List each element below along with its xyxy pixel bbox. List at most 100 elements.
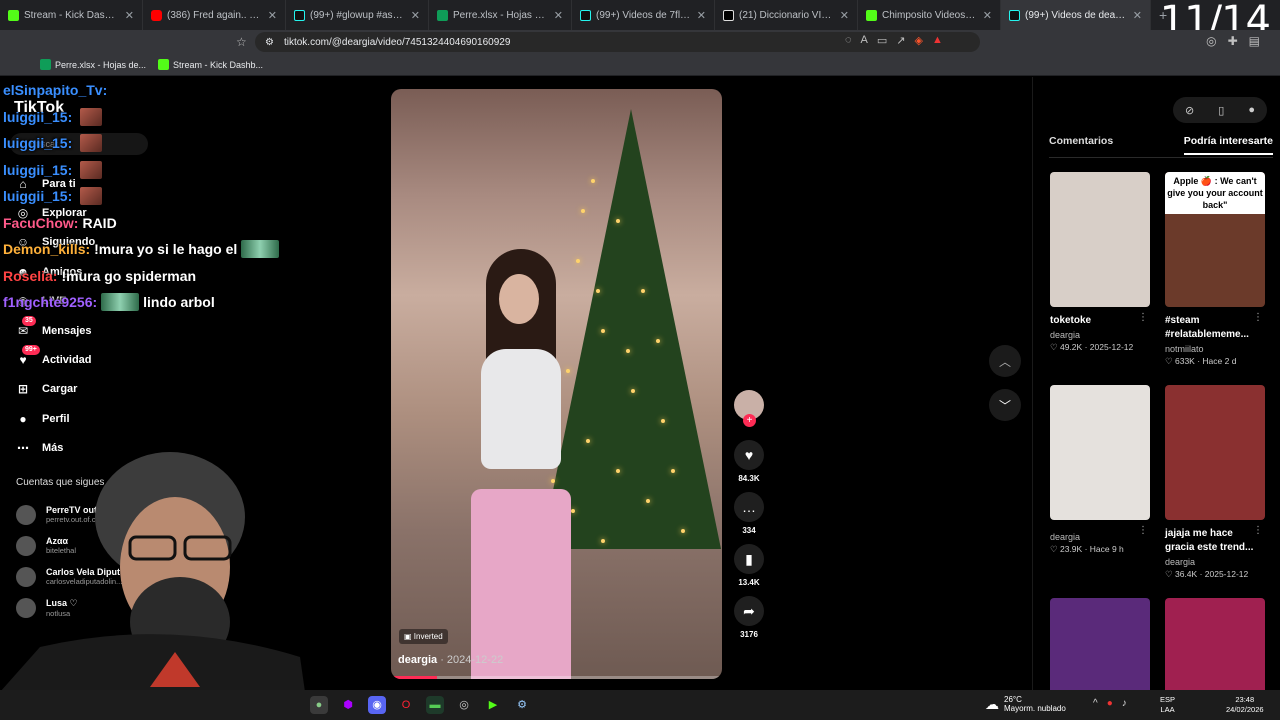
chat-emote (80, 107, 103, 126)
bookmark-sheet[interactable]: Perre.xlsx - Hojas de... (40, 59, 146, 70)
more-options-icon[interactable]: ⋮ (1253, 525, 1263, 536)
chat-text: lindo arbol (143, 294, 215, 311)
sidebar-item-profile[interactable]: ● Perfil (14, 404, 95, 433)
follow-plus-icon[interactable]: + (743, 414, 756, 427)
opera-icon[interactable]: O (397, 696, 415, 714)
chat-username: f1ngchte9256: (3, 294, 98, 311)
close-icon[interactable]: ✕ (840, 9, 849, 22)
browser-tab[interactable]: (386) Fred again.. x Skepta x Pl ✕ (143, 0, 286, 30)
obs-icon[interactable]: ⬢ (339, 696, 357, 714)
language-indicator[interactable]: ESP LAA (1160, 695, 1175, 715)
browser-tab[interactable]: Stream - Kick Dashboard ✕ (0, 0, 143, 30)
like-count: 84.3K (738, 474, 760, 483)
sidebar-item-upload[interactable]: ⊞ Cargar (14, 375, 95, 404)
share-action[interactable]: ➦ 3176 (734, 596, 764, 639)
video-author-line[interactable]: deargia · 2024-12-22 (398, 654, 503, 666)
cast-icon[interactable]: ▭ (877, 34, 887, 47)
sidebar-icon[interactable]: ▤ (1249, 34, 1260, 48)
bookmark-star-icon[interactable]: ☆ (236, 35, 247, 49)
comment-action[interactable]: … 334 (734, 492, 764, 535)
brave-shield-icon[interactable]: ◈ (915, 34, 923, 47)
browser-tab[interactable]: Perre.xlsx - Hojas de cálculo de ✕ (429, 0, 572, 30)
video-player[interactable]: ▣ Inverted deargia · 2024-12-22 (391, 89, 722, 679)
close-icon[interactable]: ✕ (268, 9, 277, 22)
video-thumbnail[interactable]: Apple 🍎 : We can't give you your account… (1165, 172, 1265, 307)
terminal-icon[interactable]: ▬ (426, 696, 444, 714)
translate-icon[interactable]: A (861, 34, 868, 47)
close-icon[interactable]: ✕ (554, 9, 563, 22)
tabs-divider (1049, 157, 1273, 158)
recommended-video-card[interactable]: toketoke deargia ♡ 49.2K · 2025-12-12 ⋮ (1050, 172, 1150, 353)
discord-icon[interactable]: ◉ (368, 696, 386, 714)
author-avatar[interactable]: + (734, 390, 764, 427)
microphone-icon[interactable]: ♪ (1122, 698, 1127, 709)
tab-comments[interactable]: Comentarios (1049, 135, 1113, 155)
share-count: 3176 (740, 630, 758, 639)
chevron-up-icon[interactable]: ^ (1093, 698, 1098, 709)
chat-text: !mura go spiderman (61, 267, 197, 284)
recommended-video-card[interactable]: Apple 🍎 : We can't give you your account… (1165, 172, 1265, 367)
close-icon[interactable]: ✕ (697, 9, 706, 22)
recommended-video-card[interactable]: jajaja me hace gracia este trend... dearg… (1165, 385, 1265, 580)
like-action[interactable]: ♥ 84.3K (734, 440, 764, 483)
tracking-icon[interactable]: ◌ (845, 34, 852, 47)
browser-tab[interactable]: Chimposito Videos - Watch Or ✕ (858, 0, 1001, 30)
clock[interactable]: 23:48 24/02/2026 (1226, 695, 1264, 715)
tree-light (551, 479, 555, 483)
close-icon[interactable]: ✕ (983, 9, 992, 22)
close-icon[interactable]: ✕ (1133, 9, 1142, 22)
more-options-icon[interactable]: ⋮ (1138, 312, 1148, 323)
video-thumbnail[interactable] (1165, 385, 1265, 520)
rewards-icon[interactable]: ▲ (932, 34, 943, 47)
puzzle-icon[interactable]: ✚ (1228, 34, 1238, 48)
more-options-icon[interactable]: ⋮ (1253, 312, 1263, 323)
more-options-icon[interactable]: ⋮ (1138, 525, 1148, 536)
sidebar-item-activity[interactable]: ♥ 99+ Actividad (14, 345, 95, 374)
app-tray-icon[interactable]: ● (1107, 698, 1113, 709)
sidebar-item-messages[interactable]: ✉ 35 Mensajes (14, 315, 95, 345)
steam-client-icon[interactable]: ⚙ (513, 696, 531, 714)
youtube-icon (151, 9, 162, 21)
tree-light (581, 209, 585, 213)
browser-tab[interactable]: (99+) #glowup #ascension | Ti ✕ (286, 0, 429, 30)
effect-tag[interactable]: ▣ Inverted (399, 629, 448, 644)
heart-icon[interactable]: ♥ (734, 440, 764, 470)
upload-icon: ⊞ (17, 382, 29, 397)
tiktok-icon (580, 9, 591, 21)
share-icon[interactable]: ↗ (896, 34, 905, 47)
phone-icon[interactable]: ▯ (1218, 104, 1224, 117)
compass-icon[interactable]: ⊘ (1185, 104, 1194, 117)
save-action[interactable]: ▮ 13.4K (734, 544, 764, 587)
video-thumbnail[interactable] (1050, 172, 1150, 307)
bookmark-kick[interactable]: Stream - Kick Dashb... (158, 59, 263, 70)
tree-light (681, 529, 685, 533)
weather-widget[interactable]: ☁ 26°C Mayorm. nublado (985, 695, 1066, 713)
browser-tab[interactable]: (99+) Videos de deargia (@ ✕ (1001, 0, 1151, 30)
card-date: Hace 9 h (1089, 544, 1124, 554)
steam-icon[interactable]: ◎ (455, 696, 473, 714)
close-icon[interactable]: ✕ (411, 9, 420, 22)
share-arrow-icon[interactable]: ➦ (734, 596, 764, 626)
close-icon[interactable]: ✕ (125, 9, 134, 22)
user-avatar[interactable]: ● (1248, 104, 1255, 116)
video-progress-bar[interactable] (391, 676, 722, 679)
app-icon[interactable]: ● (310, 696, 328, 714)
tab-recommended[interactable]: Podría interesarte (1183, 135, 1273, 155)
site-info-icon[interactable]: ⚙ (265, 37, 274, 48)
browser-tab[interactable]: (99+) Videos de 7flu (@7culor) ✕ (572, 0, 715, 30)
chevron-up-icon[interactable]: ︿ (989, 345, 1021, 377)
kick-icon (8, 9, 19, 21)
video-thumbnail[interactable] (1050, 385, 1150, 520)
extension-icon[interactable]: ◎ (1206, 34, 1216, 48)
chevron-down-icon[interactable]: ﹀ (989, 389, 1021, 421)
thumb-caption: Apple 🍎 : We can't give you your account… (1165, 172, 1265, 214)
tree-light (641, 289, 645, 293)
tab-label: (99+) #glowup #ascension | Ti (310, 9, 406, 21)
person-pants (471, 489, 571, 679)
comment-icon[interactable]: … (734, 492, 764, 522)
kick-app-icon[interactable]: ▶ (484, 696, 502, 714)
recommended-video-card[interactable]: deargia ♡ 23.9K · Hace 9 h ⋮ (1050, 385, 1150, 555)
sheets-icon (40, 59, 51, 70)
bookmark-icon[interactable]: ▮ (734, 544, 764, 574)
browser-tab[interactable]: (21) Diccionario VIP en X: "Dur ✕ (715, 0, 858, 30)
